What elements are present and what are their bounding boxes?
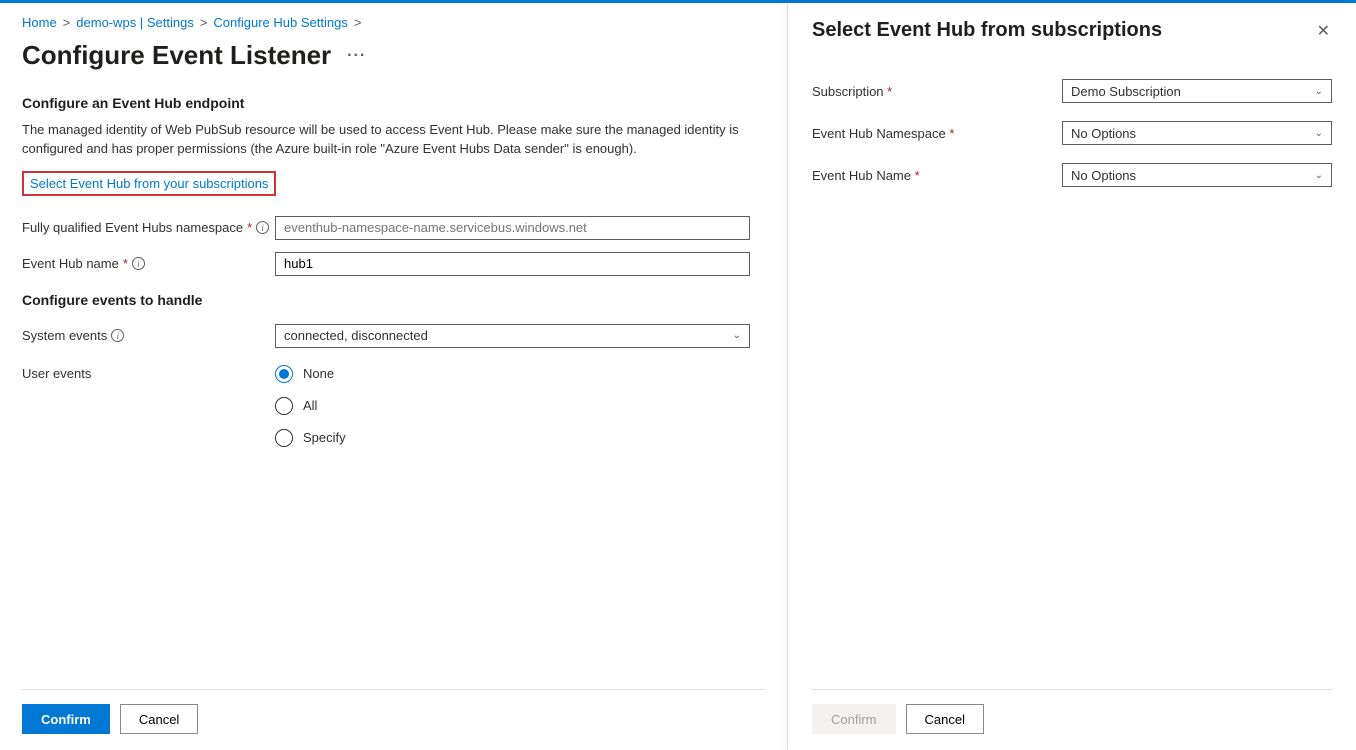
select-hub-link[interactable]: Select Event Hub from your subscriptions bbox=[30, 176, 268, 191]
hubname-input[interactable] bbox=[275, 252, 750, 276]
side-row-subscription: Subscription * Demo Subscription ⌄ bbox=[812, 79, 1332, 103]
radio-option-none[interactable]: None bbox=[275, 365, 765, 383]
chevron-right-icon: > bbox=[200, 15, 208, 30]
required-marker: * bbox=[887, 84, 892, 99]
radio-option-all[interactable]: All bbox=[275, 397, 765, 415]
required-marker: * bbox=[915, 168, 920, 183]
breadcrumb-link-hubsettings[interactable]: Configure Hub Settings bbox=[213, 15, 347, 30]
required-marker: * bbox=[949, 126, 954, 141]
main-panel: Home > demo-wps | Settings > Configure H… bbox=[0, 3, 787, 750]
side-namespace-label-text: Event Hub Namespace bbox=[812, 126, 946, 141]
side-hubname-select[interactable]: No Options ⌄ bbox=[1062, 163, 1332, 187]
form-row-hubname: Event Hub name * i bbox=[22, 252, 765, 276]
info-icon[interactable]: i bbox=[256, 221, 269, 234]
hubname-label: Event Hub name * i bbox=[22, 256, 275, 271]
side-namespace-select[interactable]: No Options ⌄ bbox=[1062, 121, 1332, 145]
system-events-select[interactable]: connected, disconnected ⌄ bbox=[275, 324, 750, 348]
side-footer: Confirm Cancel bbox=[812, 689, 1332, 750]
system-events-value: connected, disconnected bbox=[284, 328, 428, 343]
side-header: Select Event Hub from subscriptions ✕ bbox=[812, 19, 1332, 43]
radio-icon bbox=[275, 397, 293, 415]
chevron-down-icon: ⌄ bbox=[1315, 86, 1323, 97]
namespace-label: Fully qualified Event Hubs namespace * i bbox=[22, 220, 275, 235]
side-namespace-value: No Options bbox=[1071, 126, 1136, 141]
side-cancel-button[interactable]: Cancel bbox=[906, 704, 984, 734]
side-confirm-button: Confirm bbox=[812, 704, 896, 734]
section-title-endpoint: Configure an Event Hub endpoint bbox=[22, 95, 765, 111]
radio-icon bbox=[275, 429, 293, 447]
chevron-down-icon: ⌄ bbox=[1315, 128, 1323, 139]
side-row-hubname: Event Hub Name * No Options ⌄ bbox=[812, 163, 1332, 187]
required-marker: * bbox=[123, 256, 128, 271]
radio-label-all: All bbox=[303, 398, 317, 413]
required-marker: * bbox=[247, 220, 252, 235]
endpoint-description: The managed identity of Web PubSub resou… bbox=[22, 121, 742, 159]
more-icon[interactable]: ··· bbox=[347, 47, 366, 65]
radio-icon bbox=[275, 365, 293, 383]
info-icon[interactable]: i bbox=[111, 329, 124, 342]
chevron-right-icon: > bbox=[354, 15, 362, 30]
side-hubname-label: Event Hub Name * bbox=[812, 168, 1062, 183]
chevron-down-icon: ⌄ bbox=[733, 330, 741, 341]
section-title-events: Configure events to handle bbox=[22, 292, 765, 308]
page-title-row: Configure Event Listener ··· bbox=[22, 40, 765, 71]
namespace-label-text: Fully qualified Event Hubs namespace bbox=[22, 220, 243, 235]
radio-option-specify[interactable]: Specify bbox=[275, 429, 765, 447]
page-title: Configure Event Listener bbox=[22, 40, 331, 71]
side-title: Select Event Hub from subscriptions bbox=[812, 19, 1162, 42]
side-hubname-label-text: Event Hub Name bbox=[812, 168, 911, 183]
chevron-right-icon: > bbox=[63, 15, 71, 30]
subscription-value: Demo Subscription bbox=[1071, 84, 1181, 99]
subscription-label-text: Subscription bbox=[812, 84, 884, 99]
radio-label-specify: Specify bbox=[303, 430, 346, 445]
close-icon[interactable]: ✕ bbox=[1315, 19, 1332, 43]
system-events-label: System events i bbox=[22, 328, 275, 343]
chevron-down-icon: ⌄ bbox=[1315, 170, 1323, 181]
side-namespace-label: Event Hub Namespace * bbox=[812, 126, 1062, 141]
form-row-system-events: System events i connected, disconnected … bbox=[22, 324, 765, 348]
breadcrumb-link-home[interactable]: Home bbox=[22, 15, 57, 30]
subscription-select[interactable]: Demo Subscription ⌄ bbox=[1062, 79, 1332, 103]
namespace-input[interactable] bbox=[275, 216, 750, 240]
side-panel: Select Event Hub from subscriptions ✕ Su… bbox=[787, 3, 1356, 750]
radio-label-none: None bbox=[303, 366, 334, 381]
breadcrumb-link-settings[interactable]: demo-wps | Settings bbox=[76, 15, 194, 30]
hubname-label-text: Event Hub name bbox=[22, 256, 119, 271]
info-icon[interactable]: i bbox=[132, 257, 145, 270]
main-content: Home > demo-wps | Settings > Configure H… bbox=[22, 15, 765, 689]
breadcrumb: Home > demo-wps | Settings > Configure H… bbox=[22, 15, 765, 30]
subscription-label: Subscription * bbox=[812, 84, 1062, 99]
main-footer: Confirm Cancel bbox=[22, 689, 765, 750]
user-events-label: User events bbox=[22, 366, 275, 381]
form-row-namespace: Fully qualified Event Hubs namespace * i bbox=[22, 216, 765, 240]
cancel-button[interactable]: Cancel bbox=[120, 704, 198, 734]
confirm-button[interactable]: Confirm bbox=[22, 704, 110, 734]
user-events-radio-group: None All Specify bbox=[275, 365, 765, 447]
select-hub-link-highlight: Select Event Hub from your subscriptions bbox=[22, 171, 276, 196]
side-hubname-value: No Options bbox=[1071, 168, 1136, 183]
side-content: Select Event Hub from subscriptions ✕ Su… bbox=[812, 19, 1332, 689]
system-events-label-text: System events bbox=[22, 328, 107, 343]
side-row-namespace: Event Hub Namespace * No Options ⌄ bbox=[812, 121, 1332, 145]
